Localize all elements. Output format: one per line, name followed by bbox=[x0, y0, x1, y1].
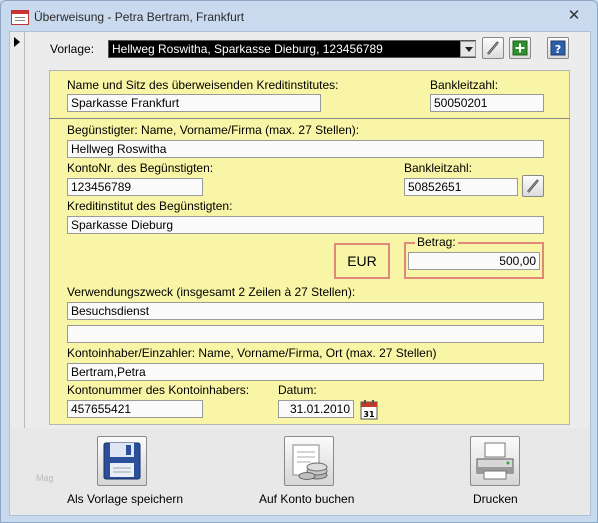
sender-blz-field[interactable]: 50050201 bbox=[430, 94, 544, 112]
record-selector-icon bbox=[14, 37, 20, 47]
sender-blz-label: Bankleitzahl: bbox=[430, 78, 499, 92]
amount-label: Betrag: bbox=[415, 235, 458, 249]
record-selector[interactable] bbox=[10, 32, 25, 428]
add-template-button[interactable] bbox=[509, 37, 531, 59]
beneficiary-account-field[interactable]: 123456789 bbox=[67, 178, 203, 196]
beneficiary-blz-label: Bankleitzahl: bbox=[404, 161, 473, 175]
purpose-label: Verwendungszweck (insgesamt 2 Zeilen à 2… bbox=[67, 285, 356, 299]
coins-icon bbox=[292, 444, 328, 480]
payer-name-label: Kontoinhaber/Einzahler: Name, Vorname/Fi… bbox=[67, 346, 437, 360]
beneficiary-bank-field[interactable]: Sparkasse Dieburg bbox=[67, 216, 544, 234]
calendar-icon: 31 bbox=[360, 400, 378, 420]
amount-field[interactable]: 500,00 bbox=[408, 252, 540, 270]
app-window: Überweisung - Petra Bertram, Frankfurt ✕… bbox=[0, 0, 598, 523]
calendar-button[interactable]: 31 bbox=[360, 400, 378, 420]
save-template-label: Als Vorlage speichern bbox=[67, 492, 184, 506]
edit-template-button[interactable] bbox=[482, 37, 504, 59]
printer-icon bbox=[476, 442, 514, 480]
currency-display: EUR bbox=[334, 243, 390, 279]
section-divider bbox=[49, 118, 570, 119]
payer-name-field[interactable]: Bertram,Petra bbox=[67, 363, 544, 381]
blz-lookup-button[interactable] bbox=[522, 175, 544, 197]
purpose-line2-field[interactable] bbox=[67, 325, 544, 343]
dropdown-icon[interactable] bbox=[460, 41, 476, 57]
title-bar[interactable]: Überweisung - Petra Bertram, Frankfurt ✕ bbox=[1, 1, 597, 31]
calendar-day: 31 bbox=[363, 410, 375, 419]
date-label: Datum: bbox=[278, 383, 317, 397]
payer-account-label: Kontonummer des Kontoinhabers: bbox=[67, 383, 250, 397]
help-icon: ? bbox=[550, 40, 566, 56]
book-to-account-button[interactable] bbox=[284, 436, 334, 486]
pencil-icon bbox=[487, 41, 499, 55]
close-icon[interactable]: ✕ bbox=[559, 7, 589, 25]
action-bar: Mag Als Vorlage speichern Auf Konto buch… bbox=[10, 428, 590, 515]
vorlage-combobox[interactable]: Hellweg Roswitha, Sparkasse Dieburg, 123… bbox=[108, 40, 476, 58]
beneficiary-name-label: Begünstigter: Name, Vorname/Firma (max. … bbox=[67, 123, 360, 137]
form-icon bbox=[11, 10, 29, 25]
payer-account-field[interactable]: 457655421 bbox=[67, 400, 203, 418]
add-icon bbox=[512, 40, 528, 56]
beneficiary-bank-label: Kreditinstitut des Begünstigten: bbox=[67, 199, 233, 213]
beneficiary-account-label: KontoNr. des Begünstigten: bbox=[67, 161, 214, 175]
date-field[interactable]: 31.01.2010 bbox=[278, 400, 354, 418]
svg-text:?: ? bbox=[555, 43, 561, 56]
purpose-line1-field[interactable]: Besuchsdienst bbox=[67, 302, 544, 320]
window-title: Überweisung - Petra Bertram, Frankfurt bbox=[34, 10, 245, 24]
sender-bank-field[interactable]: Sparkasse Frankfurt bbox=[67, 94, 321, 112]
pencil-icon bbox=[527, 179, 539, 193]
beneficiary-name-field[interactable]: Hellweg Roswitha bbox=[67, 140, 544, 158]
floppy-disk-icon bbox=[103, 442, 141, 480]
watermark: Mag bbox=[36, 473, 54, 483]
beneficiary-blz-field[interactable]: 50852651 bbox=[404, 178, 518, 196]
sender-bank-label: Name und Sitz des überweisenden Kreditin… bbox=[67, 78, 339, 92]
print-label: Drucken bbox=[473, 492, 518, 506]
book-to-account-label: Auf Konto buchen bbox=[259, 492, 355, 506]
vorlage-label: Vorlage: bbox=[50, 42, 95, 56]
print-button[interactable] bbox=[470, 436, 520, 486]
form-client-area: Vorlage: Hellweg Roswitha, Sparkasse Die… bbox=[9, 31, 591, 516]
save-template-button[interactable] bbox=[97, 436, 147, 486]
help-button[interactable]: ? bbox=[547, 37, 569, 59]
